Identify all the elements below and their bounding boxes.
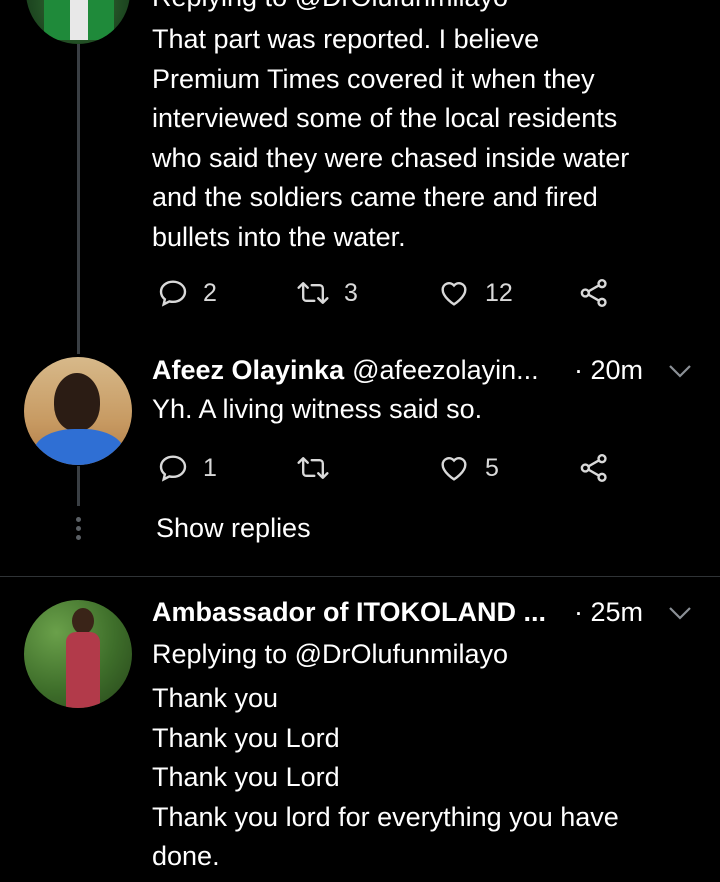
like-count: 12	[485, 278, 513, 307]
share-icon	[578, 277, 610, 309]
author-name[interactable]: Afeez Olayinka	[152, 355, 344, 386]
replying-to[interactable]: Replying to @DrOlufunmilayo	[152, 635, 508, 675]
like-button[interactable]: 5	[437, 452, 499, 484]
tweet2-text: Yh. A living witness said so.	[152, 394, 483, 424]
retweet-icon	[296, 277, 330, 309]
share-button[interactable]	[578, 277, 610, 309]
reply-icon	[157, 277, 189, 309]
tweet3-text: Thank you Thank you Lord Thank you Lord …	[152, 683, 619, 871]
like-button[interactable]: 12	[437, 277, 513, 309]
show-replies-link[interactable]: Show replies	[156, 513, 311, 544]
reply-count: 1	[203, 453, 217, 482]
tweet3-header: Ambassador of ITOKOLAND ...	[152, 597, 546, 628]
tweet2-header: Afeez Olayinka @afeezolayin...	[152, 355, 539, 386]
chevron-down-icon[interactable]	[667, 604, 693, 627]
author-name[interactable]: Ambassador of ITOKOLAND ...	[152, 597, 546, 628]
avatar-afeez[interactable]	[24, 357, 132, 465]
divider	[0, 576, 720, 577]
thread-line-2	[77, 466, 80, 506]
reply-button[interactable]: 2	[157, 277, 217, 309]
reply-button[interactable]: 1	[157, 452, 217, 484]
retweet-count: 3	[344, 278, 358, 307]
retweet-button[interactable]: 3	[296, 277, 358, 309]
reply-icon	[157, 452, 189, 484]
reply-count: 2	[203, 278, 217, 307]
like-count: 5	[485, 453, 499, 482]
tweet3-time[interactable]: · 25m	[574, 597, 643, 628]
retweet-button[interactable]	[296, 452, 330, 484]
tweet2-time[interactable]: · 20m	[574, 355, 643, 386]
share-button[interactable]	[578, 452, 610, 484]
thread-line-1	[77, 44, 80, 354]
avatar-ambassador[interactable]	[24, 600, 132, 708]
avatar-tweet1[interactable]	[26, 0, 130, 44]
replying-to-cut[interactable]: Replying to @DrOlufunmilayo	[152, 0, 508, 18]
share-icon	[578, 452, 610, 484]
chevron-down-icon[interactable]	[667, 362, 693, 385]
thread-dots	[76, 513, 81, 544]
retweet-icon	[296, 452, 330, 484]
tweet1-text: That part was reported. I believe Premiu…	[152, 24, 630, 252]
author-handle[interactable]: @afeezolayin...	[352, 355, 539, 386]
like-icon	[437, 277, 471, 309]
like-icon	[437, 452, 471, 484]
